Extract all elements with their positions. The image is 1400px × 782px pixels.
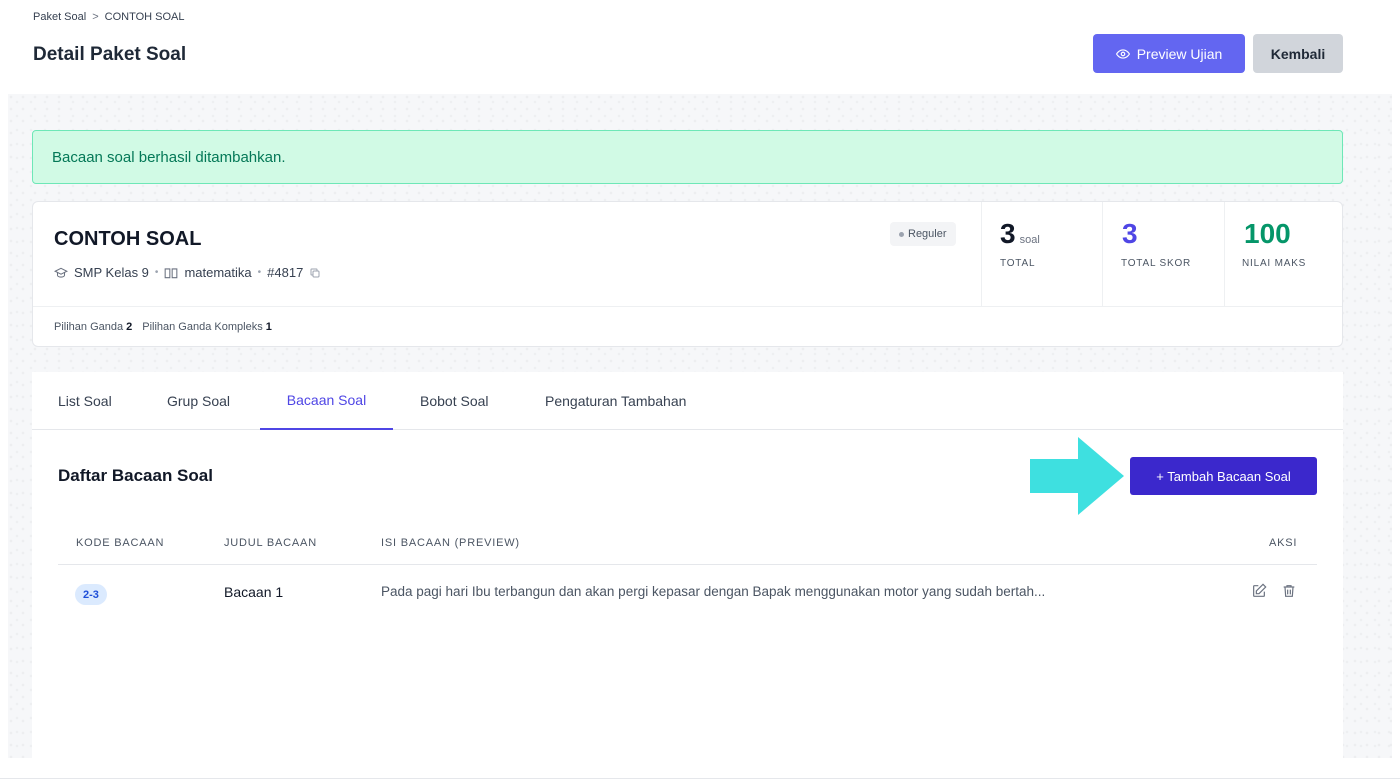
stat-total: 3 soal TOTAL [981, 202, 1102, 306]
meta-dot: • [154, 267, 159, 278]
column-kode-bacaan: KODE BACAAN [76, 537, 165, 549]
breadcrumb-separator: > [92, 11, 99, 23]
tabs-panel: List Soal Grup Soal Bacaan Soal Bobot So… [32, 372, 1343, 758]
breadcrumb-item-paket-soal[interactable]: Paket Soal [33, 11, 86, 23]
column-aksi: AKSI [1269, 537, 1298, 549]
stat-skor-value: 3 [1122, 218, 1138, 249]
book-icon [165, 267, 178, 278]
tab-pengaturan-tambahan[interactable]: Pengaturan Tambahan [545, 372, 686, 430]
stat-skor-label: TOTAL SKOR [1121, 258, 1192, 269]
badge-dot [899, 231, 904, 237]
type-badge: Reguler [890, 222, 956, 246]
stat-maks-label: NILAI MAKS [1242, 258, 1307, 269]
tab-bobot-soal[interactable]: Bobot Soal [420, 372, 489, 430]
tab-bar: List Soal Grup Soal Bacaan Soal Bobot So… [32, 372, 1343, 430]
copy-icon[interactable] [309, 267, 321, 279]
package-info-card: CONTOH SOAL SMP Kelas 9 • matematika • #… [32, 201, 1343, 347]
stat-nilai-maks: 100 NILAI MAKS [1224, 202, 1343, 306]
column-isi-bacaan: ISI BACAAN (PREVIEW) [381, 537, 520, 549]
type-count-pg: Pilihan Ganda 2 [54, 321, 133, 333]
preview-ujian-button[interactable]: Preview Ujian [1093, 34, 1245, 73]
stat-maks-value: 100 [1244, 218, 1291, 249]
row-preview: Pada pagi hari Ibu terbangun dan akan pe… [381, 584, 1046, 599]
type-badge-label: Reguler [908, 228, 947, 240]
kembali-button[interactable]: Kembali [1253, 34, 1343, 73]
question-type-counts: Pilihan Ganda 2 Pilihan Ganda Kompleks 1 [54, 321, 272, 333]
page-header: Paket Soal > CONTOH SOAL Detail Paket So… [0, 0, 1400, 94]
package-id: #4817 [267, 265, 304, 280]
section-title: Daftar Bacaan Soal [58, 466, 213, 485]
meta-dot: • [257, 267, 262, 278]
footer-divider [0, 778, 1400, 779]
stat-total-unit: soal [1019, 234, 1040, 246]
package-level: SMP Kelas 9 [74, 265, 149, 280]
edit-icon[interactable] [1251, 583, 1267, 599]
tab-grup-soal[interactable]: Grup Soal [167, 372, 230, 430]
graduation-cap-icon [54, 267, 68, 278]
column-judul-bacaan: JUDUL BACAAN [224, 537, 317, 549]
tambah-bacaan-soal-button[interactable]: + Tambah Bacaan Soal [1130, 457, 1317, 495]
stat-total-value-wrap: 3 soal [1000, 218, 1040, 250]
page-title: Detail Paket Soal [33, 44, 187, 65]
code-badge: 2-3 [75, 584, 107, 605]
breadcrumb: Paket Soal > CONTOH SOAL [33, 11, 185, 23]
row-title: Bacaan 1 [224, 584, 284, 600]
success-alert: Bacaan soal berhasil ditambahkan. [32, 130, 1343, 184]
package-meta: SMP Kelas 9 • matematika • #4817 [54, 265, 321, 280]
card-divider [33, 306, 1342, 307]
package-subject: matematika [184, 265, 252, 280]
tab-list-soal[interactable]: List Soal [58, 372, 112, 430]
package-title: CONTOH SOAL [54, 228, 202, 250]
type-count-pgk: Pilihan Ganda Kompleks 1 [142, 321, 272, 333]
stat-total-label: TOTAL [1000, 258, 1036, 269]
trash-icon[interactable] [1281, 583, 1297, 599]
success-alert-message: Bacaan soal berhasil ditambahkan. [52, 148, 286, 166]
eye-icon [1115, 48, 1130, 59]
stat-total-skor: 3 TOTAL SKOR [1102, 202, 1224, 306]
arrow-right-icon [1030, 437, 1124, 515]
breadcrumb-item-current: CONTOH SOAL [104, 11, 185, 23]
stat-total-value: 3 [1000, 218, 1016, 249]
preview-ujian-label: Preview Ujian [1136, 45, 1223, 62]
table-header: KODE BACAAN JUDUL BACAAN ISI BACAAN (PRE… [58, 522, 1317, 565]
tab-bacaan-soal[interactable]: Bacaan Soal [260, 372, 393, 430]
table-row: 2-3 Bacaan 1 Pada pagi hari Ibu terbangu… [58, 565, 1317, 623]
